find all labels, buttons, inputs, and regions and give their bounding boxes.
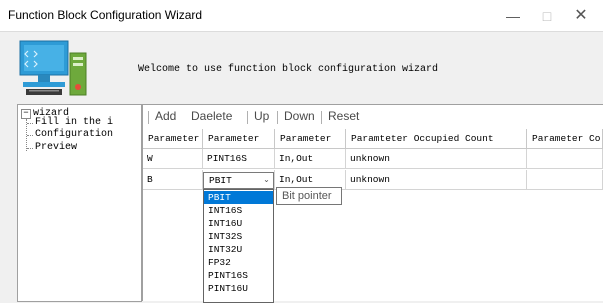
table-cell[interactable] xyxy=(527,149,603,169)
dropdown-option[interactable]: PINT16S xyxy=(204,269,273,282)
tree-connector xyxy=(27,123,33,124)
chevron-down-icon[interactable]: ⌄ xyxy=(260,173,273,188)
dropdown-option[interactable]: PINT16U xyxy=(204,282,273,295)
table-cell[interactable]: unknown xyxy=(346,170,527,190)
tree-item-fill-in[interactable]: Fill in the i xyxy=(35,117,113,128)
table-cell[interactable]: PINT16S xyxy=(203,149,275,169)
table-cell[interactable] xyxy=(527,170,603,190)
dropdown-option[interactable]: FP32 xyxy=(204,256,273,269)
table-cell[interactable]: In,Out xyxy=(275,149,346,169)
welcome-text: Welcome to use function block configurat… xyxy=(138,64,439,75)
tree-item-configuration[interactable]: Configuration xyxy=(35,129,113,140)
minimize-button[interactable]: — xyxy=(498,4,528,28)
tree-item-preview[interactable]: Preview xyxy=(35,142,77,153)
toolbar-separator xyxy=(321,111,322,124)
computer-icon xyxy=(19,40,87,96)
column-header-occupied-count[interactable]: Paramteter Occupied Count xyxy=(346,129,527,149)
dropdown-option[interactable]: INT32U xyxy=(204,243,273,256)
tree-connector xyxy=(27,135,33,136)
tooltip: Bit pointer xyxy=(276,187,342,205)
maximize-button[interactable]: □ xyxy=(532,4,562,28)
grid-toolbar: Add Daelete Up Down Reset xyxy=(143,105,603,127)
toolbar-separator xyxy=(277,111,278,124)
wizard-window: Function Block Configuration Wizard — □ … xyxy=(0,0,603,303)
type-combo-box[interactable]: PBIT ⌄ xyxy=(203,172,274,189)
down-button[interactable]: Down xyxy=(284,109,315,123)
add-button[interactable]: Add xyxy=(155,109,176,123)
delete-button[interactable]: Daelete xyxy=(191,109,232,123)
combo-value: PBIT xyxy=(209,175,232,186)
title-bar: Function Block Configuration Wizard — □ … xyxy=(0,0,603,31)
collapse-toggle-icon[interactable]: − xyxy=(21,109,31,119)
table-cell[interactable]: B xyxy=(143,170,203,190)
column-header-parameter-type[interactable]: Parameter xyxy=(203,129,275,149)
column-header-parameter-co[interactable]: Parameter Co xyxy=(527,129,603,149)
dropdown-option[interactable]: INT16S xyxy=(204,204,273,217)
reset-button[interactable]: Reset xyxy=(328,109,359,123)
table-cell[interactable]: W xyxy=(143,149,203,169)
column-header-parameter-name[interactable]: Parameter xyxy=(143,129,203,149)
dropdown-option[interactable]: INT32S xyxy=(204,230,273,243)
close-button[interactable]: ✕ xyxy=(566,4,596,28)
window-title: Function Block Configuration Wizard xyxy=(8,8,203,22)
column-header-parameter-direction[interactable]: Parameter xyxy=(275,129,346,149)
dropdown-option[interactable]: PBIT xyxy=(204,191,273,204)
wizard-tree: − wizard Fill in the i Configuration Pre… xyxy=(17,104,142,302)
up-button[interactable]: Up xyxy=(254,109,269,123)
type-dropdown-list[interactable]: PBIT INT16S INT16U INT32S INT32U FP32 PI… xyxy=(203,189,274,303)
title-divider xyxy=(0,31,603,32)
tree-connector xyxy=(27,148,33,149)
dropdown-option[interactable]: INT16U xyxy=(204,217,273,230)
toolbar-separator xyxy=(247,111,248,124)
table-cell[interactable]: unknown xyxy=(346,149,527,169)
toolbar-separator xyxy=(148,111,149,124)
